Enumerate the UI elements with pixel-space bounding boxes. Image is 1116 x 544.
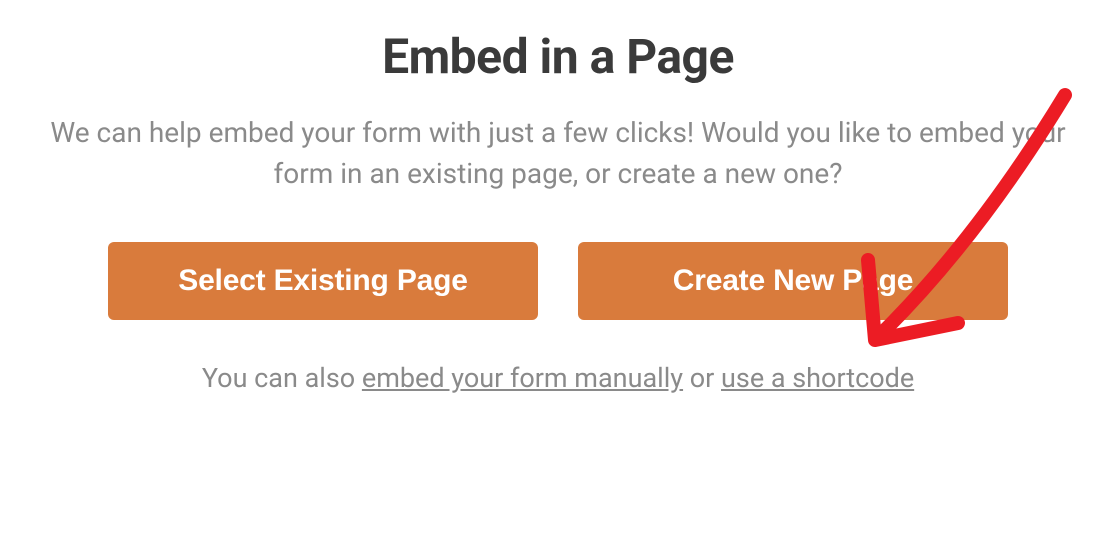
button-row: Select Existing Page Create New Page [108,242,1008,320]
dialog-title: Embed in a Page [382,28,734,85]
create-new-page-button[interactable]: Create New Page [578,242,1008,320]
use-shortcode-link[interactable]: use a shortcode [721,362,914,394]
footer-text: You can also embed your form manually or… [202,362,914,394]
footer-prefix: You can also [202,362,362,394]
select-existing-page-button[interactable]: Select Existing Page [108,242,538,320]
embed-manually-link[interactable]: embed your form manually [362,362,683,394]
footer-middle: or [683,362,721,394]
dialog-subtitle: We can help embed your form with just a … [38,113,1078,194]
